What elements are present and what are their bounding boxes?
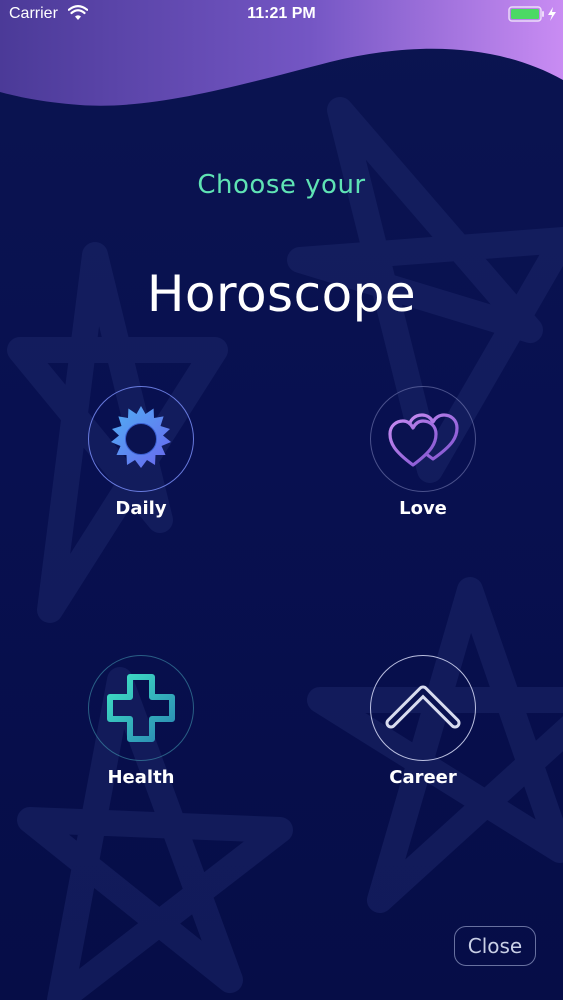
status-bar: Carrier 11:21 PM [0,0,563,30]
page-title: Horoscope [146,265,417,323]
category-label-health: Health [107,767,175,788]
close-button[interactable]: Close [454,926,536,966]
love-circle [370,386,476,492]
category-love[interactable]: Love [353,386,493,536]
career-circle [370,655,476,761]
battery-charging-icon [508,6,556,22]
category-label-career: Career [389,767,457,788]
subtitle: Choose your [197,170,366,200]
sun-icon [111,406,171,468]
chevron-up-icon [385,685,461,729]
category-health[interactable]: Health [71,655,211,805]
hearts-icon [388,413,459,467]
health-circle [88,655,194,761]
health-cross-icon [107,674,175,742]
category-label-daily: Daily [115,498,167,519]
category-career[interactable]: Career [353,655,493,805]
daily-circle [88,386,194,492]
category-daily[interactable]: Daily [71,386,211,536]
category-label-love: Love [399,498,447,519]
status-time: 11:21 PM [247,5,316,22]
horoscope-screen: Carrier 11:21 PM Choose your Horoscope D… [0,0,563,1000]
